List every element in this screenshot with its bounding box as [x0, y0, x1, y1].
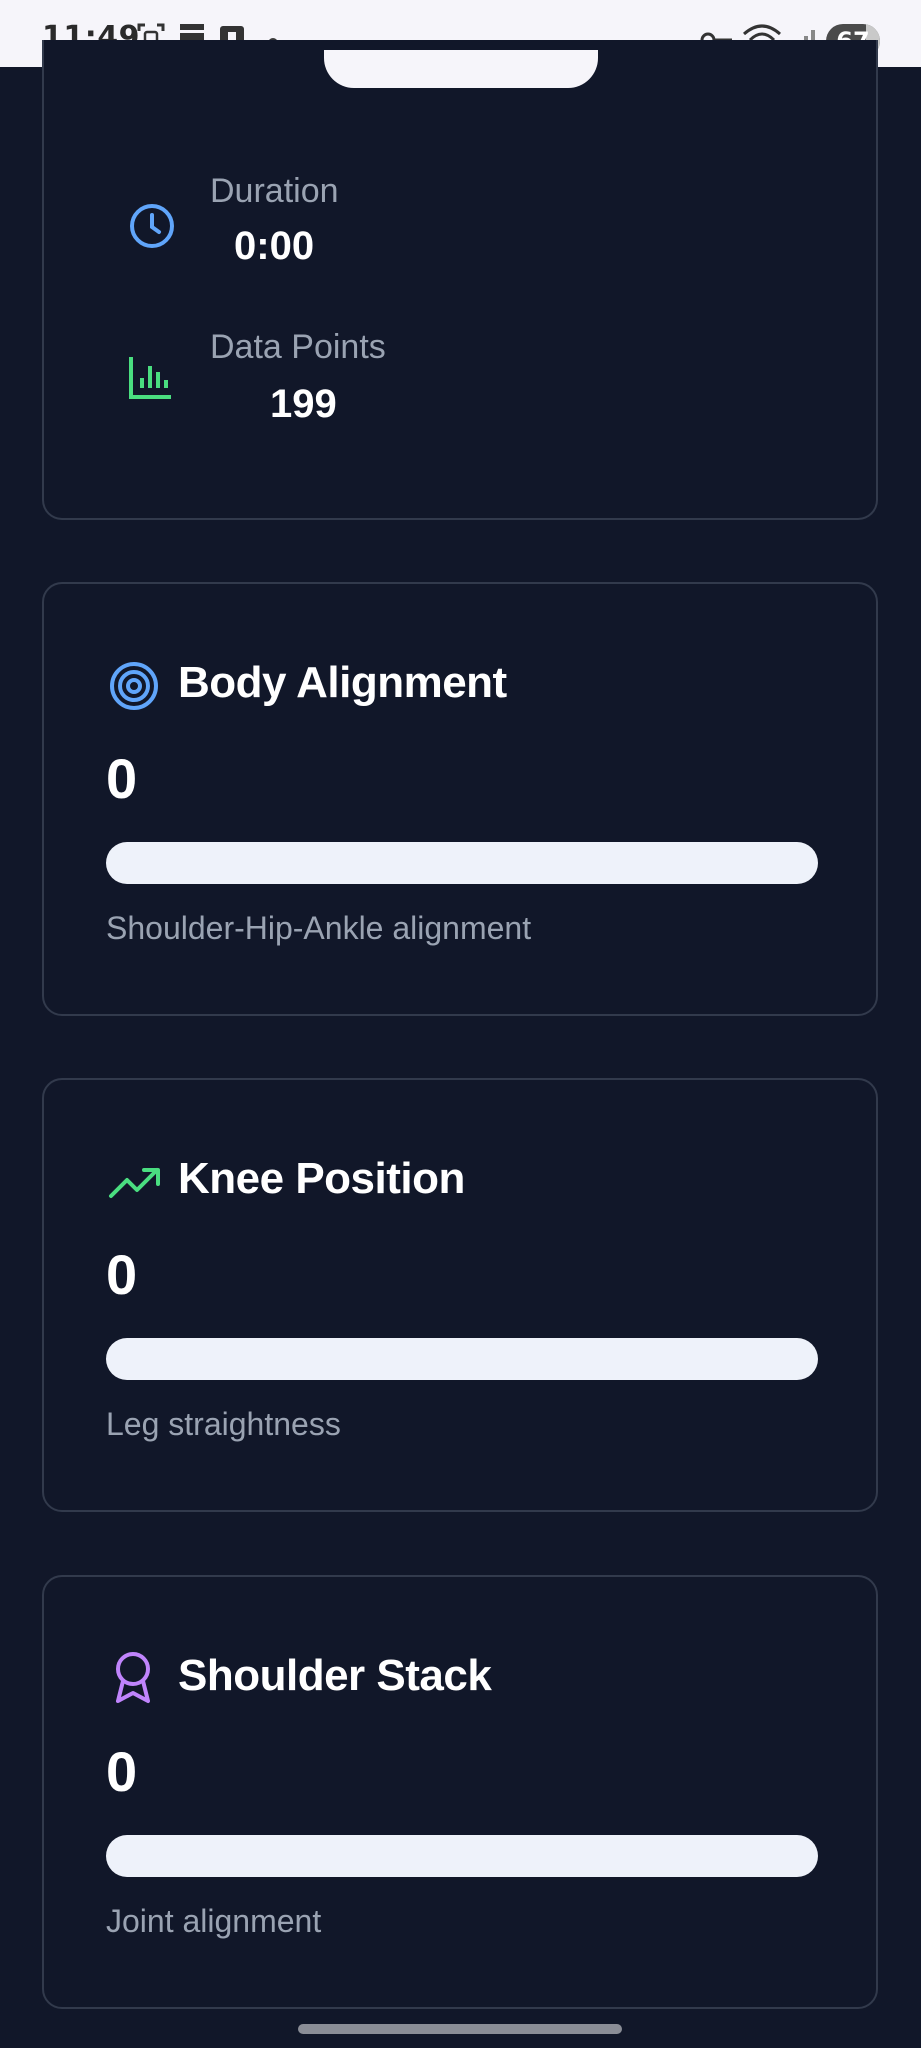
metric-score: 0 — [106, 1740, 138, 1803]
metric-title: Knee Position — [178, 1154, 465, 1203]
progress-bar — [106, 1835, 818, 1877]
progress-bar — [106, 842, 818, 884]
bar-chart-icon — [129, 357, 171, 399]
duration-label: Duration — [210, 172, 339, 210]
metric-score: 0 — [106, 1243, 138, 1306]
home-indicator[interactable] — [298, 2024, 622, 2034]
data-points-value: 199 — [270, 382, 337, 426]
metric-title: Shoulder Stack — [178, 1651, 492, 1700]
duration-value: 0:00 — [234, 224, 315, 268]
metric-card-shoulder-stack: Shoulder Stack 0 Joint alignment — [42, 1575, 878, 2009]
progress-bar — [106, 1338, 818, 1380]
metric-card-body-alignment: Body Alignment 0 Shoulder-Hip-Ankle alig… — [42, 582, 878, 1016]
target-icon — [110, 662, 158, 710]
clock-icon — [130, 204, 174, 248]
trending-up-icon — [109, 1168, 160, 1198]
metric-description: Joint alignment — [106, 1903, 322, 1939]
metric-description: Leg straightness — [106, 1406, 341, 1442]
data-points-label: Data Points — [210, 328, 386, 366]
metric-title: Body Alignment — [178, 658, 507, 707]
session-stats-card: Duration 0:00 Data Points 199 — [42, 40, 878, 520]
metric-description: Shoulder-Hip-Ankle alignment — [106, 910, 532, 946]
metric-score: 0 — [106, 747, 138, 810]
header-pill — [324, 50, 598, 88]
metric-card-knee-position: Knee Position 0 Leg straightness — [42, 1078, 878, 1512]
award-icon — [116, 1652, 150, 1703]
